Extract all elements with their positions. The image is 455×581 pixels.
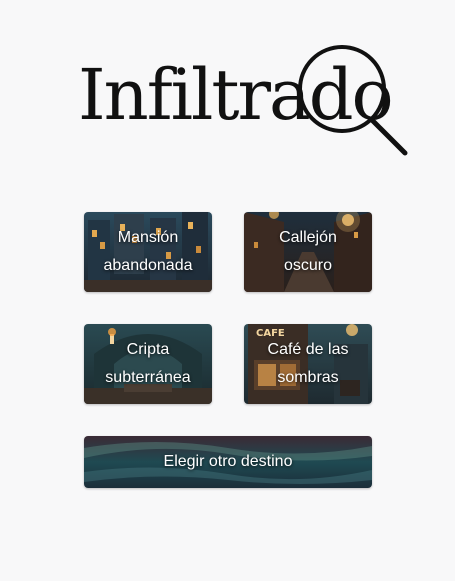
- destination-alley-button[interactable]: Callejón oscuro: [244, 212, 372, 292]
- destination-mansion-label: Mansión abandonada: [84, 212, 212, 292]
- destination-cafe-line2: sombras: [277, 369, 339, 386]
- destination-crypt-label: Cripta subterránea: [84, 324, 212, 404]
- destination-cafe-line1: Café de las: [267, 341, 349, 358]
- destination-crypt-button[interactable]: Cripta subterránea: [84, 324, 212, 404]
- destination-cafe-label: Café de las sombras: [244, 324, 372, 404]
- destination-alley-label: Callejón oscuro: [244, 212, 372, 292]
- destination-mansion-line1: Mansión: [117, 229, 179, 246]
- app-logo: Infiltrado: [78, 42, 418, 162]
- destination-crypt-line1: Cripta: [126, 341, 170, 358]
- destination-mansion-button[interactable]: Mansión abandonada: [84, 212, 212, 292]
- destination-crypt-line2: subterránea: [105, 369, 191, 386]
- destination-alley-line2: oscuro: [283, 257, 333, 274]
- choose-other-destination-button[interactable]: Elegir otro destino: [84, 436, 372, 488]
- magnifying-glass-icon: [298, 45, 408, 156]
- destination-alley-line1: Callejón: [279, 229, 337, 246]
- destination-mansion-line2: abandonada: [103, 257, 193, 274]
- destination-cafe-button[interactable]: CAFE Café de las sombras: [244, 324, 372, 404]
- choose-other-destination-label: Elegir otro destino: [163, 453, 293, 470]
